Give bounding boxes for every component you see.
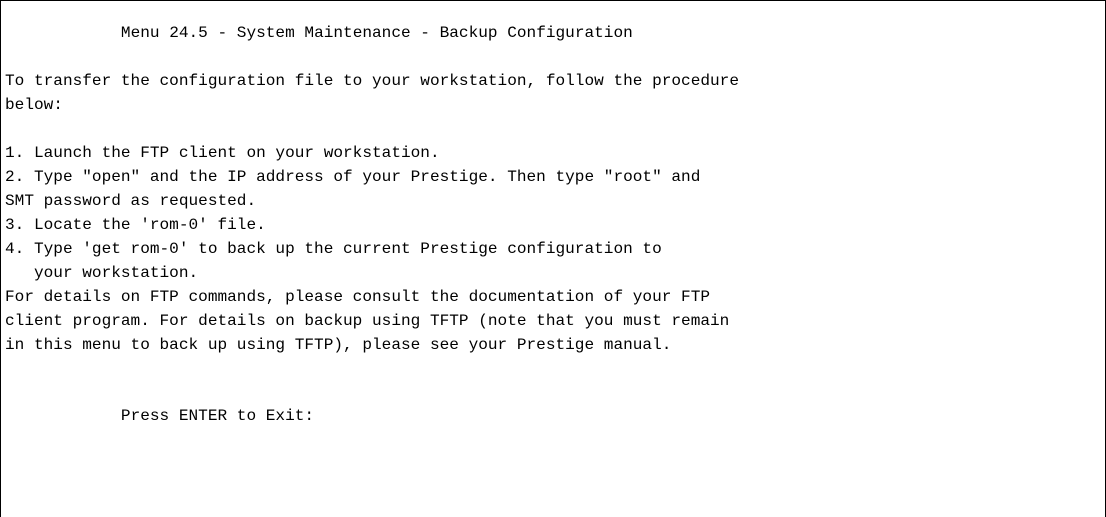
menu-title: Menu 24.5 - System Maintenance - Backup …: [120, 24, 633, 42]
intro-line-1: To transfer the configuration file to yo…: [5, 72, 739, 90]
intro-line-2: below:: [5, 96, 63, 114]
step-2-continued: SMT password as requested.: [5, 192, 257, 210]
details-line-2: client program. For details on backup us…: [5, 312, 730, 330]
step-4-continued: your workstation.: [5, 264, 199, 282]
step-3: 3. Locate the 'rom-0' file.: [5, 216, 266, 234]
smt-terminal-screen: Menu 24.5 - System Maintenance - Backup …: [0, 0, 1106, 517]
details-line-3: in this menu to back up using TFTP), ple…: [5, 336, 672, 354]
step-4: 4. Type 'get rom-0' to back up the curre…: [5, 240, 662, 258]
step-2: 2. Type "open" and the IP address of you…: [5, 168, 701, 186]
exit-prompt[interactable]: Press ENTER to Exit:: [5, 404, 314, 428]
step-1: 1. Launch the FTP client on your worksta…: [5, 144, 440, 162]
details-line-1: For details on FTP commands, please cons…: [5, 288, 711, 306]
